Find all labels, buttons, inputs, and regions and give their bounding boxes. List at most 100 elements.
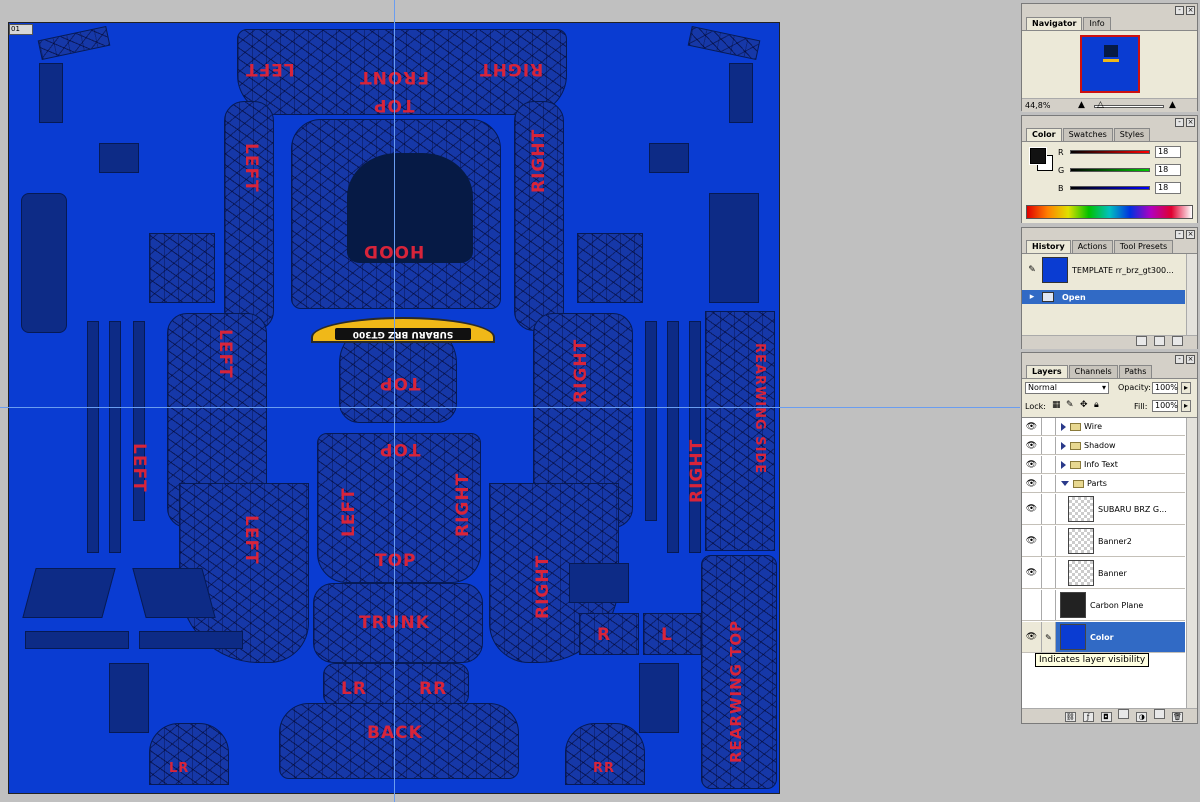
zoom-value[interactable]: 44,8% <box>1025 101 1050 110</box>
tab-navigator[interactable]: Navigator <box>1026 17 1083 30</box>
channel-r-value[interactable]: 18 <box>1155 146 1181 158</box>
layer-folder-wire[interactable]: 👁︎ Wire <box>1022 418 1185 436</box>
tab-tool-presets[interactable]: Tool Presets <box>1113 240 1174 253</box>
label-rr: RR <box>419 679 448 699</box>
delete-layer-icon[interactable]: 🗑︎ <box>1172 712 1183 722</box>
history-brush-icon[interactable]: ✎ <box>1022 265 1042 275</box>
link-slot[interactable] <box>1042 590 1056 620</box>
link-slot[interactable] <box>1042 526 1056 556</box>
blend-mode-select[interactable]: Normal ▾ <box>1025 382 1109 394</box>
close-icon[interactable]: × <box>1186 6 1195 15</box>
visibility-eye-icon[interactable]: 👁︎ <box>1022 622 1042 652</box>
visibility-eye-icon[interactable]: 👁︎ <box>1022 456 1042 473</box>
mirror-cap-l <box>643 613 703 655</box>
minimize-icon[interactable]: - <box>1175 230 1184 239</box>
history-snapshot[interactable]: ✎ TEMPLATE rr_brz_gt300... <box>1022 256 1185 284</box>
layer-banner2[interactable]: 👁︎ Banner2 <box>1022 526 1185 557</box>
layer-color[interactable]: 👁︎ ✎ Color <box>1022 622 1185 653</box>
opacity-arrow-icon[interactable]: ▸ <box>1181 382 1191 394</box>
fill-input[interactable]: 100% <box>1152 400 1178 412</box>
layer-carbon-plane[interactable]: Carbon Plane <box>1022 590 1185 621</box>
link-slot[interactable] <box>1042 418 1056 435</box>
history-step-open[interactable]: ▸ Open <box>1022 290 1185 304</box>
link-slot[interactable] <box>1042 558 1056 588</box>
minimize-icon[interactable]: - <box>1175 6 1184 15</box>
workspace: 01 LEFT FRONT TOP RIGHT LEFT RIGHT SUBAR… <box>0 0 1020 802</box>
lock-label: Lock: <box>1025 402 1046 411</box>
document-id-badge[interactable]: 01 <box>9 24 33 35</box>
close-icon[interactable]: × <box>1186 230 1195 239</box>
visibility-eye-icon[interactable]: 👁︎ <box>1022 437 1042 454</box>
tab-actions[interactable]: Actions <box>1071 240 1113 253</box>
visibility-eye-icon[interactable]: 👁︎ <box>1022 526 1042 556</box>
channel-g-slider[interactable] <box>1070 168 1150 172</box>
history-footer <box>1022 335 1197 349</box>
add-mask-icon[interactable]: ◘ <box>1100 712 1112 722</box>
tab-info[interactable]: Info <box>1083 17 1111 30</box>
layer-folder-shadow[interactable]: 👁︎ Shadow <box>1022 437 1185 455</box>
visibility-eye-icon[interactable]: 👁︎ <box>1022 475 1042 492</box>
zoom-out-icon[interactable]: ▲ <box>1078 100 1085 110</box>
visibility-eye-icon[interactable]: 👁︎ <box>1022 494 1042 524</box>
close-icon[interactable]: × <box>1186 118 1195 127</box>
layer-banner[interactable]: 👁︎ Banner <box>1022 558 1185 589</box>
channel-g-value[interactable]: 18 <box>1155 164 1181 176</box>
fill-arrow-icon[interactable]: ▸ <box>1181 400 1191 412</box>
lock-all-icon[interactable]: 🔒︎ <box>1094 400 1099 410</box>
layer-style-icon[interactable]: ƒ <box>1082 712 1094 722</box>
link-slot[interactable] <box>1042 475 1056 492</box>
delete-state-icon[interactable] <box>1172 336 1183 346</box>
collapse-triangle-icon[interactable] <box>1061 481 1069 486</box>
color-spectrum-ramp[interactable] <box>1026 205 1193 219</box>
label-left-top: LEFT <box>245 59 295 79</box>
lock-transparency-icon[interactable]: ▦ <box>1052 400 1061 410</box>
zoom-slider[interactable] <box>1094 105 1164 108</box>
layer-folder-info-text[interactable]: 👁︎ Info Text <box>1022 456 1185 474</box>
link-slot[interactable] <box>1042 494 1056 524</box>
visibility-eye-icon[interactable]: 👁︎ <box>1022 418 1042 435</box>
foreground-color-swatch[interactable] <box>1029 147 1047 165</box>
layer-thumbnail <box>1068 560 1094 586</box>
horizontal-guide[interactable] <box>0 407 1020 408</box>
zoom-slider-thumb[interactable]: △ <box>1097 100 1104 110</box>
channel-b-slider[interactable] <box>1070 186 1150 190</box>
layer-subaru-text[interactable]: 👁︎ SUBARU BRZ G... <box>1022 494 1185 525</box>
new-layer-icon[interactable] <box>1154 709 1166 719</box>
history-scrollbar[interactable] <box>1186 254 1197 335</box>
lock-position-icon[interactable]: ✥ <box>1080 400 1088 410</box>
history-state-marker-icon[interactable]: ▸ <box>1022 292 1042 302</box>
visibility-eye-empty[interactable] <box>1022 590 1042 620</box>
tab-styles[interactable]: Styles <box>1113 128 1151 141</box>
adjustment-layer-icon[interactable]: ◑ <box>1136 712 1148 722</box>
link-slot[interactable] <box>1042 456 1056 473</box>
zoom-in-icon[interactable]: ▲ <box>1169 100 1176 110</box>
tab-swatches[interactable]: Swatches <box>1062 128 1113 141</box>
layers-scrollbar[interactable] <box>1186 418 1197 708</box>
expand-triangle-icon[interactable] <box>1061 441 1066 450</box>
minimize-icon[interactable]: - <box>1175 355 1184 364</box>
new-group-icon[interactable] <box>1118 709 1130 719</box>
new-document-from-state-icon[interactable] <box>1136 336 1148 346</box>
channel-b-value[interactable]: 18 <box>1155 182 1181 194</box>
opacity-input[interactable]: 100% <box>1152 382 1178 394</box>
navigator-thumbnail[interactable] <box>1080 35 1140 93</box>
layer-folder-parts[interactable]: 👁︎ Parts <box>1022 475 1185 493</box>
tab-layers[interactable]: Layers <box>1026 365 1068 378</box>
tab-paths[interactable]: Paths <box>1118 365 1153 378</box>
tab-channels[interactable]: Channels <box>1068 365 1118 378</box>
tab-history[interactable]: History <box>1026 240 1071 253</box>
brush-icon[interactable]: ✎ <box>1042 622 1056 652</box>
vertical-guide[interactable] <box>394 0 395 802</box>
link-layers-icon[interactable]: ⛓︎ <box>1064 712 1076 722</box>
channel-r-label: R <box>1058 147 1064 157</box>
link-slot[interactable] <box>1042 437 1056 454</box>
lock-image-icon[interactable]: ✎ <box>1066 400 1074 410</box>
channel-r-slider[interactable] <box>1070 150 1150 154</box>
expand-triangle-icon[interactable] <box>1061 422 1066 431</box>
tab-color[interactable]: Color <box>1026 128 1062 141</box>
close-icon[interactable]: × <box>1186 355 1195 364</box>
minimize-icon[interactable]: - <box>1175 118 1184 127</box>
new-snapshot-icon[interactable] <box>1154 336 1166 346</box>
expand-triangle-icon[interactable] <box>1061 460 1066 469</box>
visibility-eye-icon[interactable]: 👁︎ <box>1022 558 1042 588</box>
